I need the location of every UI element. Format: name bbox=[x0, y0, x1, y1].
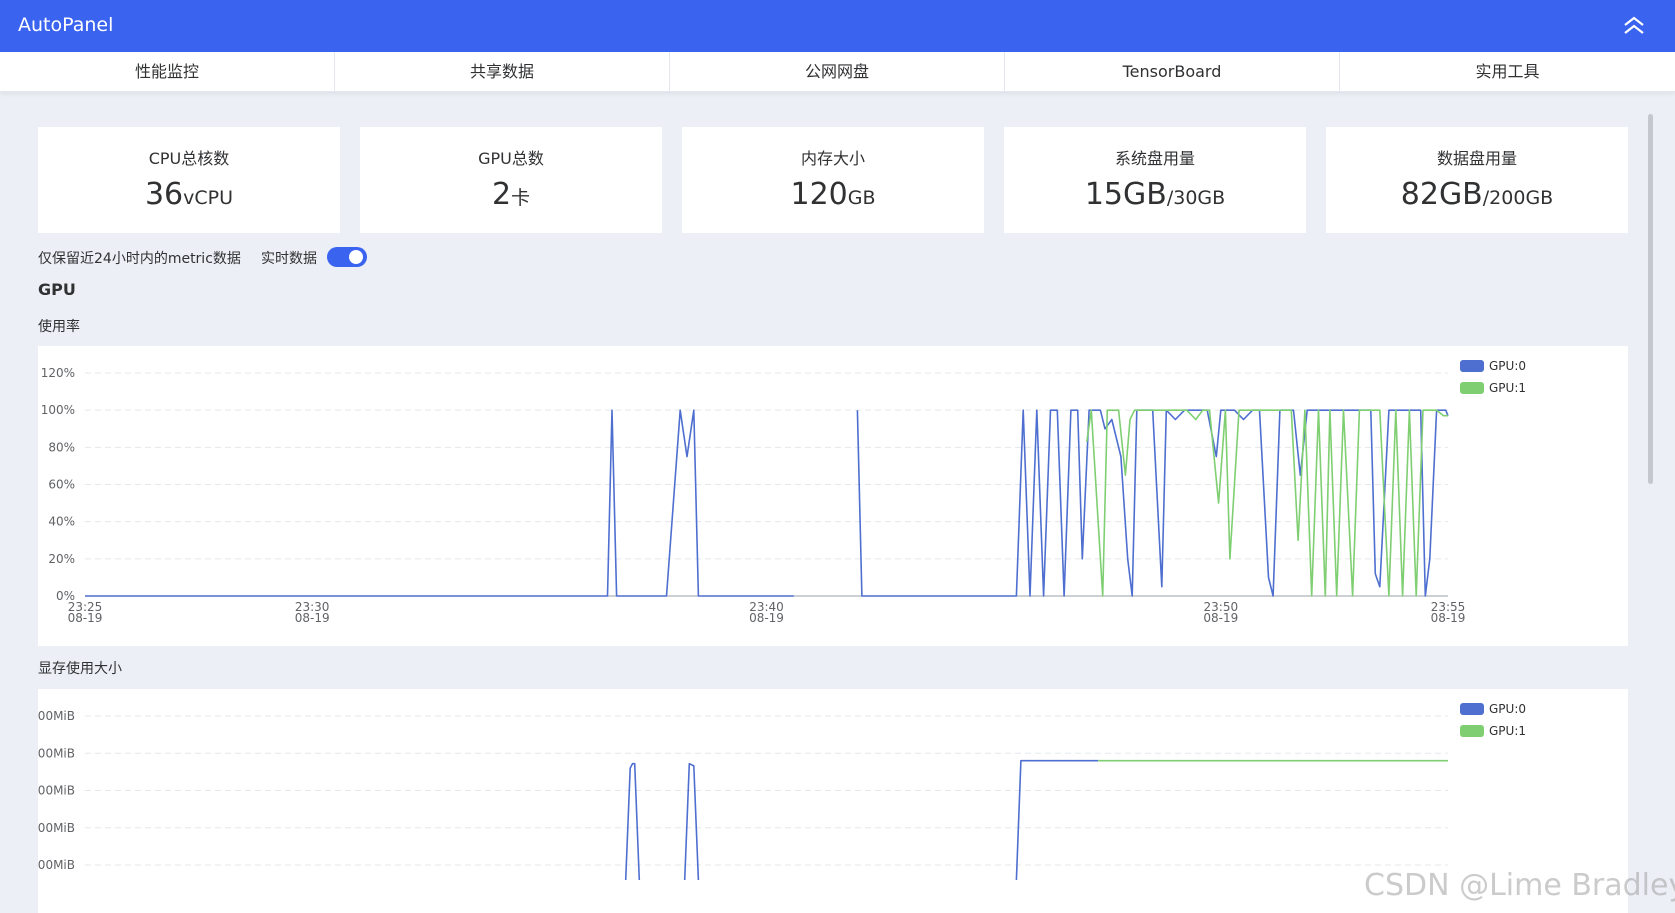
legend-label[interactable]: GPU:1 bbox=[1489, 724, 1526, 738]
y-tick-label: 30000MiB bbox=[38, 709, 75, 723]
stat-number: 120 bbox=[790, 177, 848, 212]
retention-note: 仅保留近24小时内的metric数据 bbox=[38, 251, 241, 267]
y-tick-label: 20000MiB bbox=[38, 784, 75, 798]
stat-number: 82GB bbox=[1400, 177, 1483, 212]
stat-unit: 卡 bbox=[511, 187, 531, 209]
scrollbar-thumb[interactable] bbox=[1648, 114, 1653, 484]
y-tick-label: 15000MiB bbox=[38, 821, 75, 835]
stat-label: 系统盘用量 bbox=[1114, 149, 1195, 168]
series-line-gpu0 bbox=[856, 409, 1449, 597]
legend-label[interactable]: GPU:1 bbox=[1489, 381, 1526, 395]
stat-label: 数据盘用量 bbox=[1436, 149, 1517, 168]
stat-card-system-disk: 系统盘用量 15GB/30GB bbox=[1004, 127, 1306, 233]
legend-swatch[interactable] bbox=[1460, 703, 1484, 715]
stat-label: GPU总数 bbox=[478, 149, 544, 168]
stat-number: 2 bbox=[491, 177, 512, 212]
y-tick-label: 10000MiB bbox=[38, 858, 75, 872]
x-tick-date: 08-19 bbox=[749, 611, 784, 625]
x-tick-date: 08-19 bbox=[1203, 611, 1238, 625]
main-content: CPU总核数 36vCPU GPU总数 2卡 内存大小 120GB 系统盘用量 … bbox=[0, 92, 1675, 913]
realtime-label: 实时数据 bbox=[261, 251, 317, 267]
y-tick-label: 60% bbox=[48, 478, 75, 492]
gpu-utilization-chart: 120% 100% 80% 60% 40% 20% 0% 23:25 08-19 23:30 08-… bbox=[38, 346, 1628, 646]
legend-swatch[interactable] bbox=[1460, 382, 1484, 394]
y-tick-label: 40% bbox=[48, 515, 75, 529]
series-line-gpu0 bbox=[85, 409, 794, 597]
x-tick-date: 08-19 bbox=[1431, 611, 1466, 625]
legend-label[interactable]: GPU:0 bbox=[1489, 359, 1526, 373]
main-tabs: 性能监控 共享数据 公网网盘 TensorBoard 实用工具 bbox=[0, 52, 1675, 92]
x-tick-date: 08-19 bbox=[68, 611, 103, 625]
tab-performance[interactable]: 性能监控 bbox=[0, 52, 335, 92]
stat-number: 36 bbox=[144, 177, 184, 212]
series-line-gpu0 bbox=[624, 762, 641, 881]
top-bar: AutoPanel bbox=[0, 0, 1675, 52]
stat-value: 2卡 bbox=[360, 177, 662, 212]
legend-swatch[interactable] bbox=[1460, 725, 1484, 737]
y-tick-label: 120% bbox=[41, 366, 75, 380]
app-title: AutoPanel bbox=[18, 14, 114, 36]
realtime-toggle[interactable] bbox=[327, 247, 367, 267]
x-tick-date: 08-19 bbox=[295, 611, 330, 625]
tab-tensorboard[interactable]: TensorBoard bbox=[1005, 52, 1340, 92]
tab-tools[interactable]: 实用工具 bbox=[1340, 52, 1675, 92]
gpu-utilization-svg: 120%100%80%60%40%20%0%23:2508-1923:3008-… bbox=[41, 359, 1526, 625]
stat-card-memory: 内存大小 120GB bbox=[682, 127, 984, 233]
tab-shared-data[interactable]: 共享数据 bbox=[335, 52, 670, 92]
collapse-icon[interactable] bbox=[1620, 12, 1648, 40]
stat-label: 内存大小 bbox=[800, 149, 865, 168]
stat-value: 36vCPU bbox=[38, 177, 340, 212]
stat-value: 120GB bbox=[682, 177, 984, 212]
y-tick-label: 80% bbox=[48, 440, 75, 454]
stat-unit: GB bbox=[847, 187, 876, 209]
stat-label: CPU总核数 bbox=[148, 149, 230, 168]
stat-unit: /30GB bbox=[1166, 187, 1226, 209]
stat-unit: /200GB bbox=[1482, 187, 1554, 209]
toggle-knob bbox=[349, 250, 363, 264]
stat-number: 15GB bbox=[1084, 177, 1167, 212]
series-line-gpu0 bbox=[683, 762, 700, 881]
stat-card-data-disk: 数据盘用量 82GB/200GB bbox=[1326, 127, 1628, 233]
y-tick-label: 25000MiB bbox=[38, 746, 75, 760]
watermark: CSDN @Lime Bradley bbox=[1364, 868, 1675, 903]
legend-swatch[interactable] bbox=[1460, 360, 1484, 372]
y-tick-label: 20% bbox=[48, 552, 75, 566]
tab-public-drive[interactable]: 公网网盘 bbox=[670, 52, 1005, 92]
section-title-gpu: GPU bbox=[38, 280, 76, 299]
stat-card-cpu: CPU总核数 36vCPU bbox=[38, 127, 340, 233]
series-line-gpu0 bbox=[1015, 759, 1099, 881]
legend-label[interactable]: GPU:0 bbox=[1489, 702, 1526, 716]
stat-unit: vCPU bbox=[183, 187, 234, 209]
y-tick-label: 100% bbox=[41, 403, 75, 417]
chart-title-memory: 显存使用大小 bbox=[38, 661, 122, 677]
stat-value: 82GB/200GB bbox=[1326, 177, 1628, 212]
stat-card-gpu: GPU总数 2卡 bbox=[360, 127, 662, 233]
chart-title-utilization: 使用率 bbox=[38, 319, 80, 335]
stat-value: 15GB/30GB bbox=[1004, 177, 1306, 212]
